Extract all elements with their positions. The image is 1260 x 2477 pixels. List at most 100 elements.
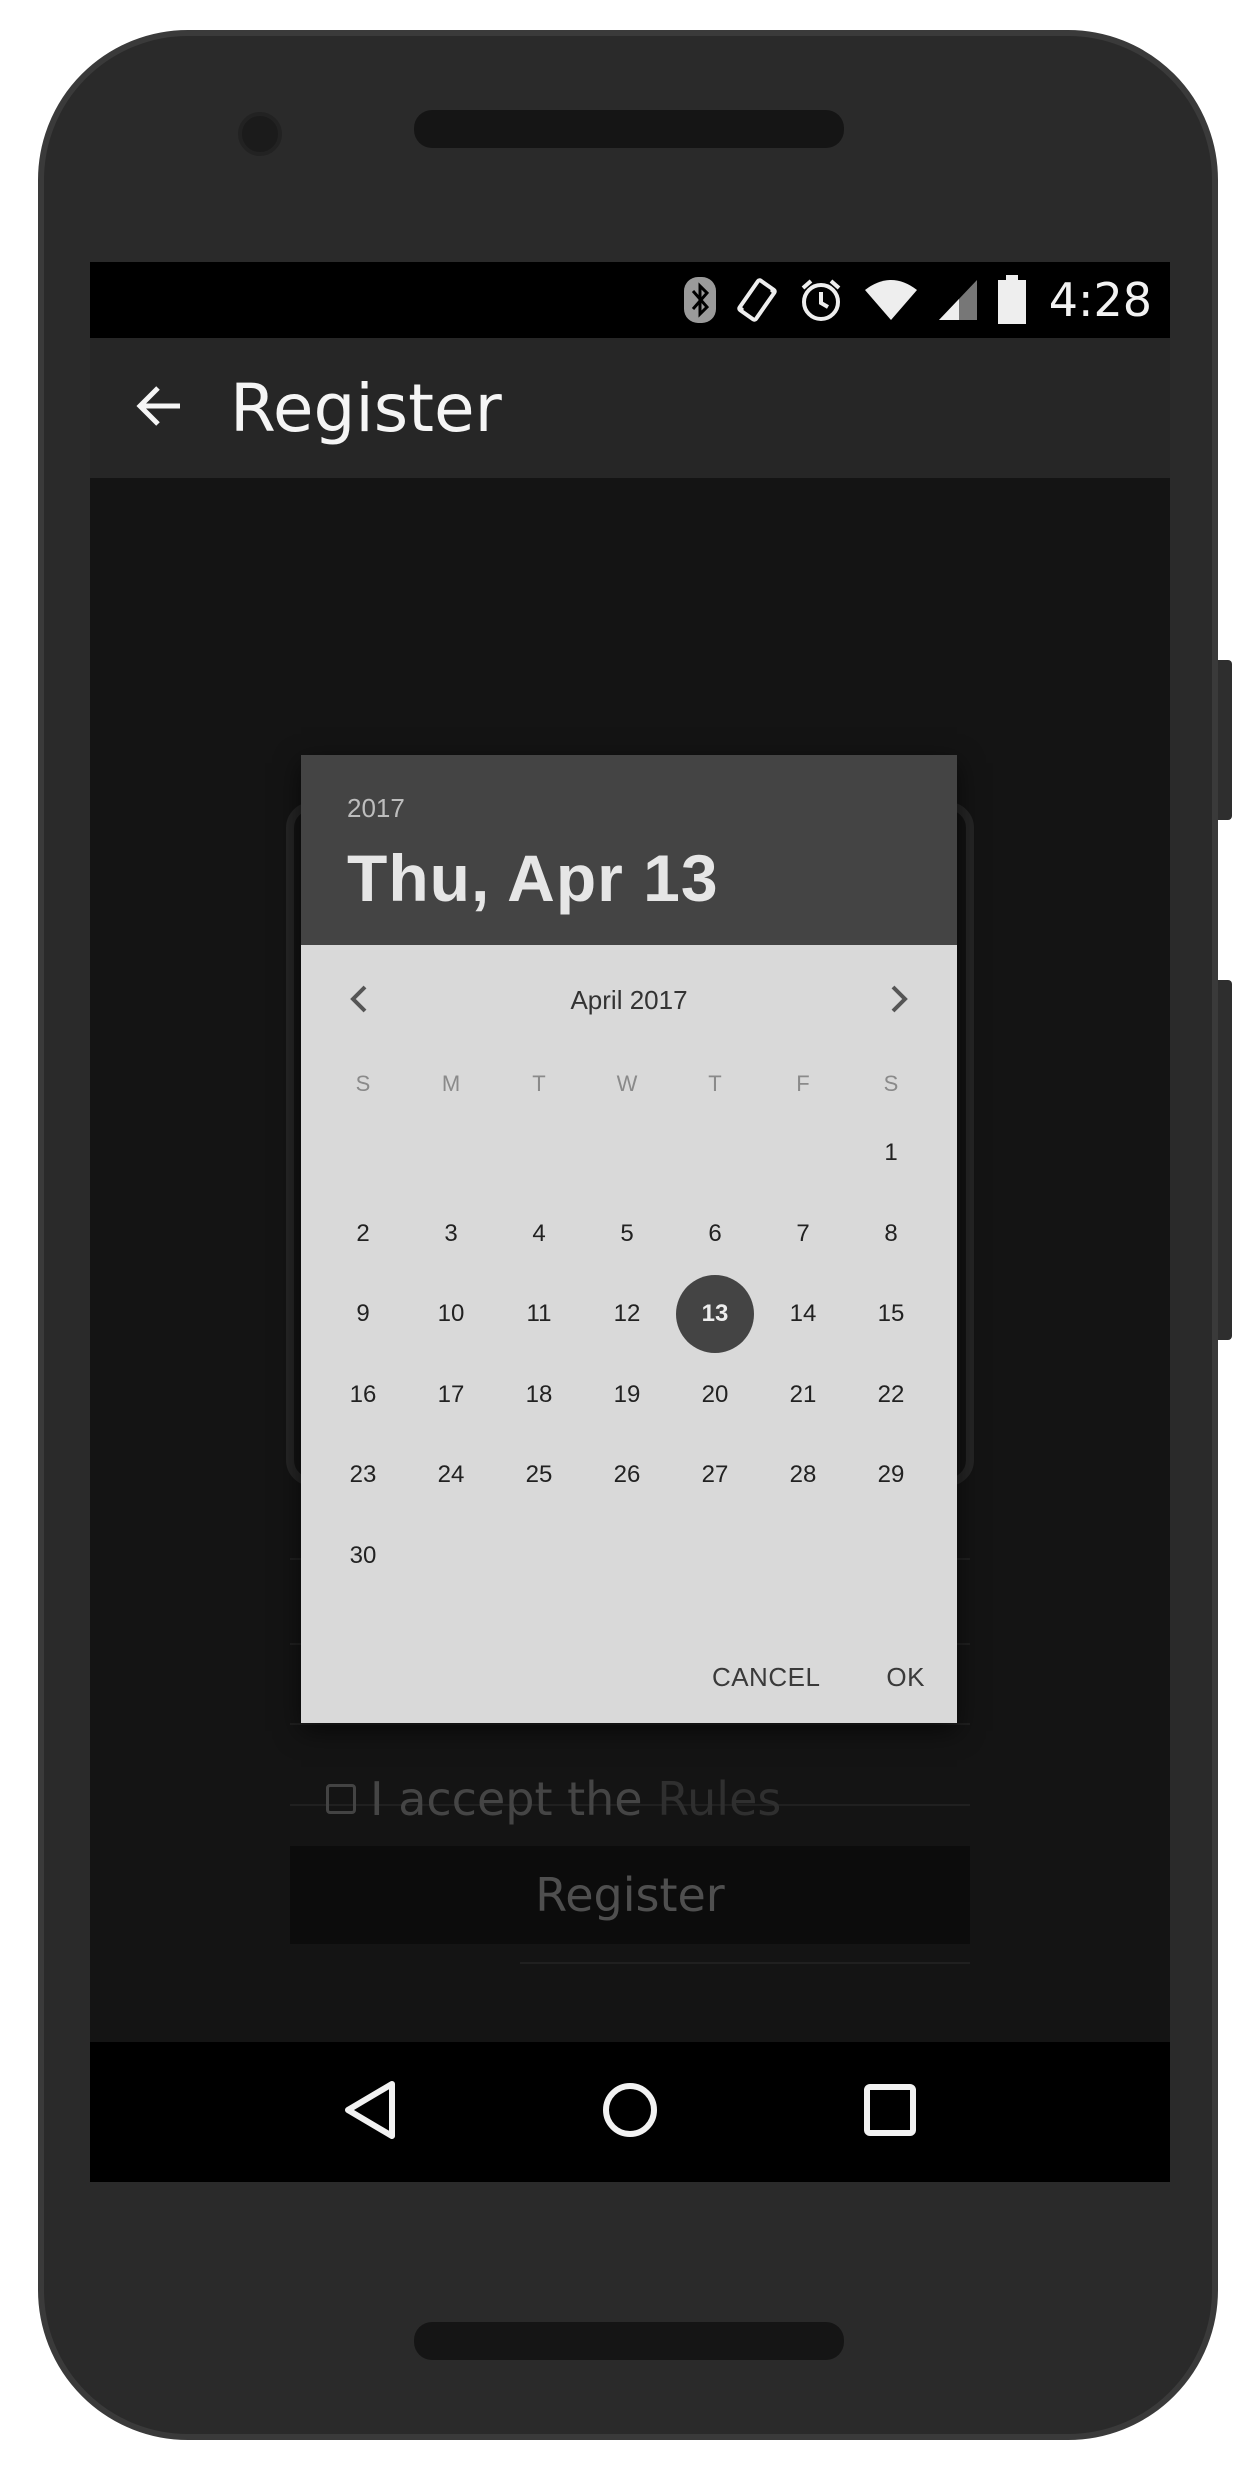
calendar-day[interactable]: 27 <box>671 1435 759 1515</box>
day-number: 26 <box>613 1461 641 1489</box>
power-button <box>1218 660 1232 820</box>
nav-back-icon <box>340 2078 400 2147</box>
top-speaker <box>414 110 844 148</box>
day-number: 12 <box>613 1300 641 1328</box>
calendar-day[interactable]: 23 <box>319 1435 407 1515</box>
date-picker-header: 2017 Thu, Apr 13 <box>301 755 957 945</box>
calendar-day[interactable]: 24 <box>407 1435 495 1515</box>
calendar-week-row: 16 17 18 19 20 21 22 <box>319 1355 939 1436</box>
dialog-actions: CANCEL OK <box>712 1662 925 1693</box>
calendar-week-row: 2 3 4 5 6 7 8 <box>319 1194 939 1275</box>
calendar-day[interactable]: 30 <box>319 1516 407 1596</box>
day-number: 19 <box>613 1380 641 1408</box>
system-nav-bar <box>90 2042 1170 2182</box>
calendar-week-row: 1 <box>319 1113 939 1194</box>
calendar-day[interactable]: 7 <box>759 1194 847 1274</box>
weekday-label: M <box>441 1071 461 1096</box>
nav-recents-button[interactable] <box>850 2072 930 2152</box>
screen: 4:28 Register I accept the Rules Registe… <box>90 262 1170 2182</box>
weekday-label: S <box>355 1071 371 1096</box>
weekday-label: W <box>616 1071 638 1096</box>
calendar-day[interactable]: 21 <box>759 1355 847 1435</box>
calendar-day[interactable]: 14 <box>759 1274 847 1354</box>
signal-icon <box>937 278 979 322</box>
calendar-day[interactable]: 10 <box>407 1274 495 1354</box>
volume-button <box>1218 980 1232 1340</box>
back-button[interactable] <box>90 338 230 478</box>
day-number: 9 <box>356 1300 370 1328</box>
next-month-button[interactable] <box>881 983 917 1019</box>
nav-home-button[interactable] <box>590 2072 670 2152</box>
day-number: 28 <box>789 1461 817 1489</box>
cancel-button[interactable]: CANCEL <box>712 1662 820 1693</box>
app-bar: Register <box>90 338 1170 478</box>
month-label: April 2017 <box>570 984 688 1015</box>
status-time: 4:28 <box>1048 273 1152 327</box>
calendar-day[interactable]: 3 <box>407 1194 495 1274</box>
day-number: 11 <box>526 1300 552 1328</box>
day-number: 29 <box>877 1461 905 1489</box>
bluetooth-icon <box>683 276 717 324</box>
calendar-day[interactable]: 11 <box>495 1274 583 1354</box>
calendar-day[interactable]: 6 <box>671 1194 759 1274</box>
date-picker-dialog: 2017 Thu, Apr 13 April 2017 S M T W T F … <box>301 755 957 1723</box>
day-number: 16 <box>349 1380 377 1408</box>
day-number: 30 <box>349 1541 377 1569</box>
calendar-week-row: 9 10 11 12 13 14 15 <box>319 1274 939 1355</box>
calendar-day[interactable]: 18 <box>495 1355 583 1435</box>
weekday-label: T <box>532 1071 546 1096</box>
calendar-day[interactable]: 19 <box>583 1355 671 1435</box>
previous-month-button[interactable] <box>341 983 377 1019</box>
day-number: 24 <box>437 1461 465 1489</box>
calendar-day[interactable]: 26 <box>583 1435 671 1515</box>
calendar-day[interactable]: 29 <box>847 1435 935 1515</box>
calendar-day[interactable]: 22 <box>847 1355 935 1435</box>
calendar-day[interactable]: 8 <box>847 1194 935 1274</box>
day-number: 2 <box>356 1219 370 1247</box>
calendar-day[interactable]: 28 <box>759 1435 847 1515</box>
day-number: 13 <box>676 1275 754 1354</box>
header-date[interactable]: Thu, Apr 13 <box>347 840 957 916</box>
day-number: 14 <box>789 1300 817 1328</box>
calendar-day[interactable]: 4 <box>495 1194 583 1274</box>
calendar-day[interactable]: 20 <box>671 1355 759 1435</box>
calendar-day[interactable]: 2 <box>319 1194 407 1274</box>
selected-day[interactable]: 13 <box>671 1274 759 1354</box>
header-year[interactable]: 2017 <box>347 793 957 824</box>
day-number: 4 <box>532 1219 546 1247</box>
calendar-day[interactable]: 1 <box>847 1113 935 1193</box>
day-number: 17 <box>437 1380 465 1408</box>
weekday-label: F <box>796 1071 810 1096</box>
calendar-grid: S M T W T F S 1 2 3 4 5 6 7 8 9 10 11 12 13 14 15 16 17 1… <box>319 1055 939 1596</box>
nav-home-icon <box>600 2080 660 2145</box>
ok-button[interactable]: OK <box>886 1662 925 1693</box>
front-camera <box>238 112 282 156</box>
day-number: 7 <box>796 1219 810 1247</box>
month-navigation: April 2017 <box>301 945 957 1055</box>
weekday-label: T <box>708 1071 722 1096</box>
day-number: 21 <box>789 1380 817 1408</box>
day-number: 27 <box>701 1461 729 1489</box>
calendar-day[interactable]: 16 <box>319 1355 407 1435</box>
nav-recents-icon <box>862 2082 918 2143</box>
calendar-day[interactable]: 9 <box>319 1274 407 1354</box>
calendar-day[interactable]: 15 <box>847 1274 935 1354</box>
calendar-week-row: 23 24 25 26 27 28 29 <box>319 1435 939 1516</box>
day-number: 25 <box>525 1461 553 1489</box>
day-number: 10 <box>437 1300 465 1328</box>
bottom-speaker <box>414 2322 844 2360</box>
calendar-day[interactable]: 17 <box>407 1355 495 1435</box>
day-number: 8 <box>884 1219 898 1247</box>
day-number: 18 <box>525 1380 553 1408</box>
calendar-day[interactable]: 12 <box>583 1274 671 1354</box>
wifi-icon <box>863 278 919 322</box>
day-number: 5 <box>620 1219 634 1247</box>
day-number: 15 <box>877 1300 905 1328</box>
arrow-back-icon <box>130 376 190 441</box>
battery-icon <box>997 275 1027 325</box>
day-number: 20 <box>701 1380 729 1408</box>
calendar-day[interactable]: 25 <box>495 1435 583 1515</box>
calendar-day[interactable]: 5 <box>583 1194 671 1274</box>
nav-back-button[interactable] <box>330 2072 410 2152</box>
chevron-right-icon <box>888 984 910 1019</box>
